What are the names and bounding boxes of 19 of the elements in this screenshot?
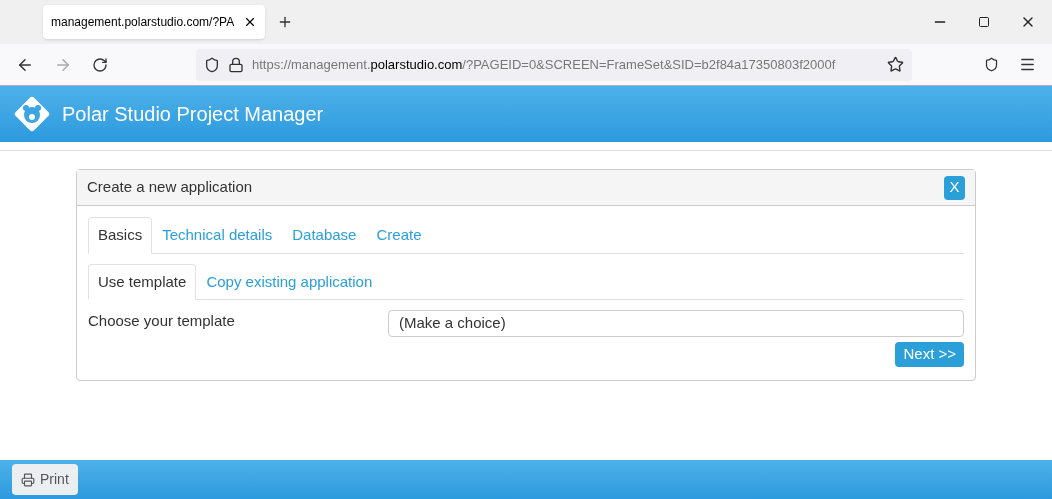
close-icon[interactable] <box>243 15 257 29</box>
dialog-title: Create a new application <box>87 177 254 198</box>
address-bar[interactable]: https://management.polarstudio.com/?PAGEID=0&SCREEN=FrameSet&SID=b2f84a17350803f2000f <box>196 48 912 81</box>
url-text: https://management.polarstudio.com/?PAGEID=0&SCREEN=FrameSet&SID=b2f84a17350803f2000f <box>252 55 837 74</box>
browser-tab[interactable]: management.polarstudio.com/?PA <box>43 5 265 39</box>
app-title: Polar Studio Project Manager <box>62 102 324 127</box>
menu-icon[interactable] <box>1019 56 1036 73</box>
bookmark-star-icon[interactable] <box>887 56 904 73</box>
tab[interactable]: Use template <box>88 263 197 300</box>
field-label: Choose your template <box>88 311 236 332</box>
reload-icon[interactable] <box>92 56 108 73</box>
tab[interactable]: Basics <box>88 217 153 254</box>
maximize-icon[interactable] <box>978 16 990 28</box>
lock-icon[interactable] <box>228 56 244 73</box>
template-select[interactable]: (Make a choice) <box>388 310 964 337</box>
print-button[interactable]: Print <box>12 464 78 495</box>
new-tab-icon[interactable] <box>277 14 293 30</box>
printer-icon <box>21 472 35 487</box>
shield-icon[interactable] <box>204 56 220 73</box>
